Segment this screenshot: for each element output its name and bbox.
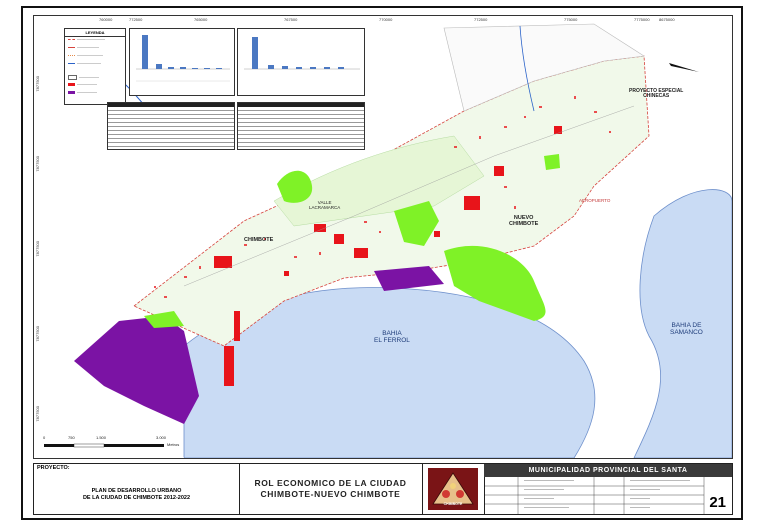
green-area-north	[544, 154, 560, 170]
legend-row-5	[68, 75, 99, 80]
legend-row-4	[68, 63, 101, 64]
label-nuevo-chimbote: NUEVO CHIMBOTE	[509, 215, 539, 227]
data-table-chimbote	[107, 102, 235, 150]
coord-top-8: 7775000	[634, 17, 650, 22]
coord-left-4: 7877500	[35, 326, 40, 342]
label-chimbote: CHIMBOTE	[244, 237, 274, 243]
municipality-name: MUNICIPALIDAD PROVINCIAL DEL SANTA	[484, 464, 732, 477]
coord-left-1: 7877500	[35, 76, 40, 92]
project-cell: PROYECTO: PLAN DE DESARROLLO URBANO DE L…	[34, 464, 240, 514]
scale-label-750: 750	[68, 435, 75, 440]
bar-chart-chimbote	[129, 28, 235, 96]
scale-label-unit: Metros	[167, 442, 180, 447]
logo-text: CHIMBOTE	[443, 502, 463, 506]
coord-top-1: 760000	[99, 17, 113, 22]
data-table-nuevo-chimbote	[237, 102, 365, 150]
coord-top-7: 775000	[564, 17, 578, 22]
coord-top-3: 765000	[194, 17, 208, 22]
legend-row-1	[68, 39, 105, 40]
legend-row-2	[68, 47, 99, 48]
title-block: PROYECTO: PLAN DE DESARROLLO URBANO DE L…	[33, 463, 733, 515]
coord-left-3: 7877500	[35, 241, 40, 257]
coord-top-2: 772500	[129, 17, 143, 22]
map-title: ROL ECONOMICO DE LA CIUDAD CHIMBOTE-NUEV…	[254, 478, 407, 499]
label-special-project: PROYECTO ESPECIAL CHINECAS	[629, 88, 684, 100]
legend-title: LEYENDA	[65, 29, 125, 37]
coord-left-2: 7877500	[35, 156, 40, 172]
scale-label-0: 0	[43, 435, 46, 440]
scale-bar	[44, 443, 164, 448]
label-valle-lacramarca: VALLE LACRAMARCA	[309, 200, 341, 210]
bar-chart-nuevo-chimbote-graphic	[244, 37, 360, 70]
label-airport: AEROPUERTO	[579, 198, 611, 203]
map-legend: LEYENDA	[64, 28, 126, 105]
map-sheet: PROYECTO ESPECIAL CHINECAS VALLE LACRAMA…	[21, 6, 743, 520]
legend-row-6	[68, 83, 97, 86]
map-title-cell: ROL ECONOMICO DE LA CIUDAD CHIMBOTE-NUEV…	[239, 464, 423, 514]
scale-label-1500: 1.500	[96, 435, 107, 440]
municipality-cell: MUNICIPALIDAD PROVINCIAL DEL SANTA 21	[484, 464, 732, 514]
scale-label-3000: 3.000	[156, 435, 167, 440]
plan-title: PLAN DE DESARROLLO URBANO DE LA CIUDAD D…	[82, 488, 191, 501]
municipal-logo	[428, 468, 478, 510]
logo-cell: CHIMBOTE	[422, 464, 485, 514]
bar-chart-nuevo-chimbote	[237, 28, 365, 96]
bar-chart-chimbote-graphic	[136, 35, 230, 82]
label-bahia-ferrol: BAHIA EL FERROL	[374, 330, 410, 344]
project-label: PROYECTO:	[37, 465, 70, 471]
coord-left-5: 7877500	[35, 406, 40, 422]
info-grid	[484, 477, 705, 514]
legend-row-3	[68, 55, 103, 56]
label-bahia-samanco: BAHIA DE SAMANCO	[670, 322, 703, 336]
coord-top-4: 767500	[284, 17, 298, 22]
sheet-number: 21	[709, 494, 726, 511]
coord-top-6: 772500	[474, 17, 488, 22]
coord-top-5: 770000	[379, 17, 393, 22]
legend-row-7	[68, 91, 97, 94]
coord-top-9: 8675000	[659, 17, 675, 22]
